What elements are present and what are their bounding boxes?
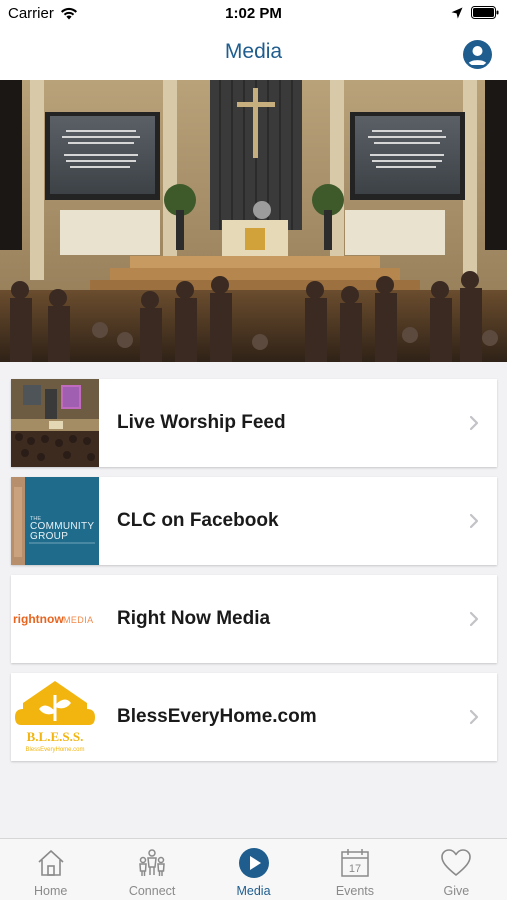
play-icon [238, 848, 269, 878]
chevron-right-icon [469, 611, 479, 627]
status-right [451, 6, 499, 19]
list-item-clc-facebook[interactable]: THE COMMUNITY GROUP CLC on Facebook [11, 477, 497, 565]
calendar-day-number: 17 [349, 863, 361, 875]
status-bar: Carrier 1:02 PM [0, 0, 507, 28]
worship-sanctuary-thumbnail [11, 379, 99, 467]
navigation-bar: Media [0, 28, 507, 80]
tab-label: Home [34, 884, 68, 898]
chevron-right-icon [469, 415, 479, 431]
house-icon [38, 850, 64, 876]
chevron-right-icon [469, 513, 479, 529]
bless-url: BlessEveryHome.com [25, 747, 84, 753]
tab-connect[interactable]: Connect [101, 839, 202, 900]
heart-icon [441, 849, 472, 876]
bless-title: B.L.E.S.S. [27, 729, 84, 744]
list-item-label: Right Now Media [117, 608, 271, 629]
profile-button[interactable] [463, 40, 492, 69]
calendar-icon: 17 [341, 849, 369, 877]
tab-home[interactable]: Home [0, 839, 101, 900]
list-item-label: CLC on Facebook [117, 510, 279, 531]
media-wordmark: MEDIA [63, 615, 94, 625]
tab-bar: Home Connect Media 17 Events Give [0, 838, 507, 900]
tab-events[interactable]: 17 Events [304, 839, 405, 900]
page-title: Media [224, 40, 283, 63]
people-icon [139, 849, 165, 876]
list-item-live-worship-feed[interactable]: Live Worship Feed [11, 379, 497, 467]
tab-label: Give [443, 884, 470, 898]
tab-label: Media [236, 884, 271, 898]
community-group-thumbnail: THE COMMUNITY GROUP [11, 477, 99, 565]
rightnow-wordmark: rightnow [13, 612, 64, 626]
hero-sanctuary-image [0, 80, 507, 362]
status-time: 1:02 PM [225, 5, 282, 22]
thumb-text-group: GROUP [30, 531, 68, 542]
chevron-right-icon [469, 709, 479, 725]
list-item-label: Live Worship Feed [117, 412, 286, 433]
list-item-right-now-media[interactable]: rightnow MEDIA Right Now Media [11, 575, 497, 663]
media-list: Live Worship Feed THE COMMUNITY GROUP CL… [11, 379, 497, 771]
tab-label: Events [335, 884, 375, 898]
rightnow-media-logo: rightnow MEDIA [11, 575, 99, 663]
tab-media[interactable]: Media [203, 839, 304, 900]
tab-label: Connect [128, 884, 176, 898]
bless-logo: B.L.E.S.S. BlessEveryHome.com [11, 673, 99, 761]
tab-give[interactable]: Give [406, 839, 507, 900]
list-item-bless-every-home[interactable]: B.L.E.S.S. BlessEveryHome.com BlessEvery… [11, 673, 497, 761]
battery-icon [471, 6, 499, 19]
user-profile-icon [463, 40, 492, 69]
list-item-label: BlessEveryHome.com [117, 706, 317, 727]
location-arrow-icon [451, 7, 463, 18]
sanctuary-illustration [0, 80, 507, 362]
